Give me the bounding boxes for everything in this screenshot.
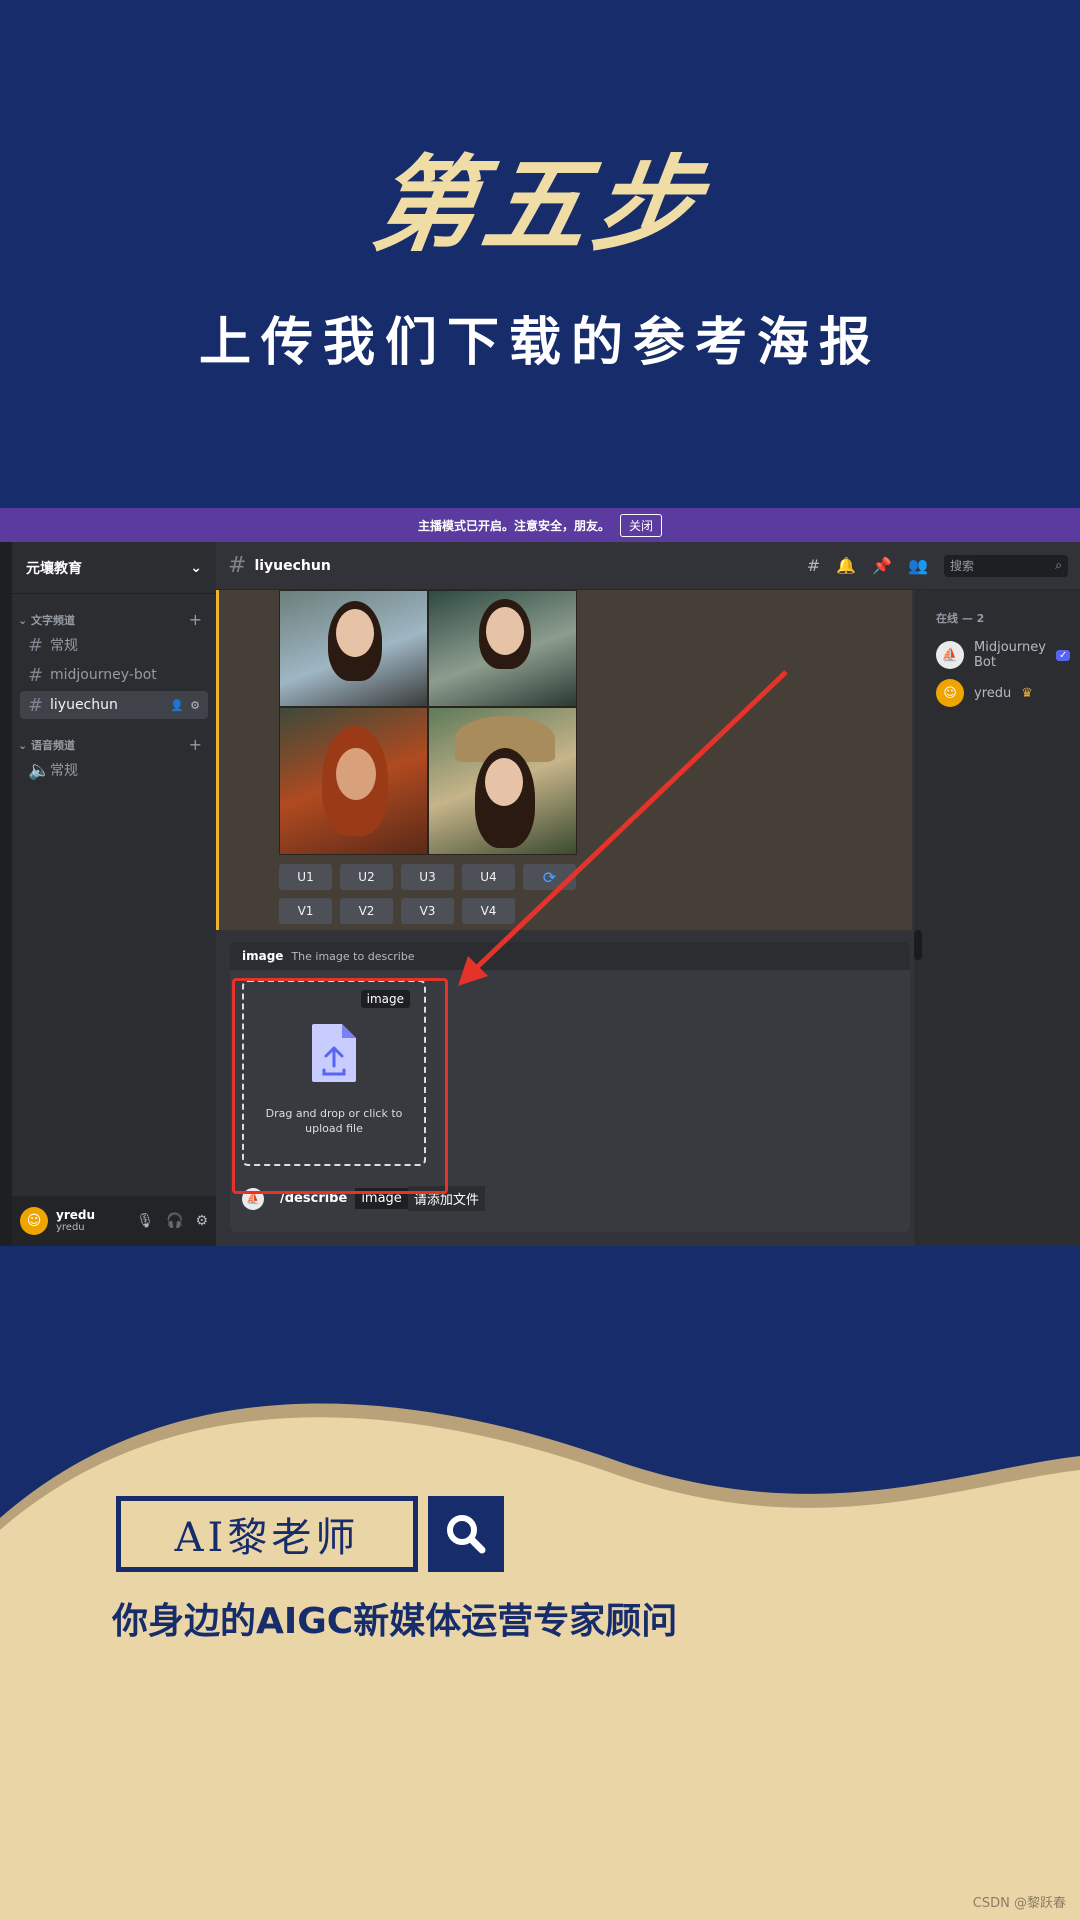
v2-button[interactable]: V2 (340, 898, 393, 924)
image-grid[interactable] (279, 590, 577, 855)
verified-icon: ✓ (1055, 649, 1071, 661)
channel-label: liyuechun (50, 697, 118, 713)
channel-title: liyuechun (254, 557, 331, 574)
notice-close-button[interactable]: 关闭 (620, 513, 663, 537)
search-input[interactable]: 搜索 ⌕ (944, 554, 1068, 577)
v1-button[interactable]: V1 (279, 898, 332, 924)
sidebar-item-liyuechun[interactable]: # liyuechun 👤 ⚙ (20, 691, 208, 719)
v3-button[interactable]: V3 (401, 898, 454, 924)
sidebar-item-general[interactable]: # 常规 (20, 631, 208, 659)
hash-icon: # (228, 553, 247, 578)
member-list: 在线 — 2 ⛵ Midjourney Bot ✓ ☺ yredu ♛ (922, 590, 1080, 1246)
add-channel-icon[interactable]: + (189, 735, 202, 754)
grid-image-4[interactable] (428, 707, 577, 855)
cream-wave (0, 1403, 1080, 1920)
server-rail (0, 542, 12, 1246)
chevron-small-icon: ⌄ (18, 613, 32, 627)
u4-button[interactable]: U4 (462, 864, 515, 890)
user-tag: yredu (56, 1222, 85, 1233)
member-name: Midjourney Bot (974, 640, 1046, 670)
invite-icon[interactable]: 👤 (170, 699, 184, 712)
crown-icon: ♛ (1021, 685, 1033, 701)
grid-image-2[interactable] (428, 590, 577, 707)
add-channel-icon[interactable]: + (189, 610, 202, 629)
variation-row: V1 V2 V3 V4 (279, 898, 515, 924)
channel-sidebar: 元壤教育 ⌄ ⌄ 文字频道 + # 常规 # midjourney-bot # … (12, 542, 216, 1246)
channel-label: midjourney-bot (50, 667, 157, 683)
chevron-small-icon: ⌄ (18, 738, 32, 752)
server-header[interactable]: 元壤教育 ⌄ (12, 542, 216, 594)
member-item[interactable]: ☺ yredu ♛ (936, 674, 1066, 712)
headphones-icon[interactable]: 🎧 (166, 1213, 183, 1229)
notice-text: 主播模式已开启。注意安全，朋友。 (417, 518, 610, 533)
chevron-down-icon[interactable]: ⌄ (190, 560, 202, 576)
option-header: image The image to describe (230, 942, 910, 970)
microphone-icon[interactable]: 🎙 (136, 1213, 154, 1229)
server-name: 元壤教育 (26, 560, 82, 577)
search-icon (428, 1496, 504, 1572)
scrollbar[interactable] (914, 590, 922, 1246)
avatar: ☺ (936, 679, 964, 707)
search-icon: ⌕ (1055, 558, 1062, 572)
grid-image-1[interactable] (279, 590, 428, 707)
scroll-thumb[interactable] (914, 930, 922, 960)
tagline: 你身边的AIGC新媒体运营专家顾问 (112, 1601, 678, 1642)
avatar[interactable]: ☺ (20, 1207, 48, 1235)
option-description: The image to describe (291, 949, 415, 963)
streamer-mode-notice: 主播模式已开启。注意安全，朋友。 关闭 (0, 508, 1080, 542)
channel-header: # liyuechun # 🔔 📌 👥 搜索 ⌕ (216, 542, 1080, 590)
hash-icon: # (28, 664, 44, 686)
option-name: image (242, 949, 284, 963)
brand-name-box: AI黎老师 (116, 1496, 418, 1572)
user-panel: ☺ yredu yredu 🎙 🎧 ⚙ (12, 1196, 216, 1246)
sidebar-item-midjourney-bot[interactable]: # midjourney-bot (20, 661, 208, 689)
bell-icon[interactable]: 🔔 (836, 556, 856, 575)
u1-button[interactable]: U1 (279, 864, 332, 890)
member-item[interactable]: ⛵ Midjourney Bot ✓ (936, 636, 1071, 674)
speaker-icon: 🔈 (28, 759, 51, 781)
v4-button[interactable]: V4 (462, 898, 515, 924)
gear-icon[interactable]: ⚙ (195, 1213, 208, 1229)
watermark-credit: CSDN @黎跃春 (972, 1896, 1066, 1911)
category-voice-channels[interactable]: ⌄ 语音频道 + (12, 735, 216, 754)
category-label: 文字频道 (31, 613, 76, 627)
u2-button[interactable]: U2 (340, 864, 393, 890)
page-title: 第五步 (365, 143, 713, 266)
members-icon[interactable]: 👥 (908, 556, 928, 575)
hash-icon: # (28, 694, 44, 716)
user-name: yredu (56, 1208, 96, 1222)
member-name: yredu (974, 685, 1012, 701)
discord-screenshot: 主播模式已开启。注意安全，朋友。 关闭 元壤教育 ⌄ ⌄ 文字频道 + # 常规… (0, 508, 1080, 1246)
page-subtitle: 上传我们下载的参考海报 (198, 313, 881, 373)
gear-icon[interactable]: ⚙ (190, 699, 200, 712)
refresh-icon[interactable]: ⟳ (523, 864, 576, 890)
pin-icon[interactable]: 📌 (872, 556, 892, 575)
category-label: 语音频道 (31, 738, 76, 752)
u3-button[interactable]: U3 (401, 864, 454, 890)
highlight-box (232, 978, 448, 1194)
member-category: 在线 — 2 (936, 612, 985, 625)
upscale-row: U1 U2 U3 U4 ⟳ (279, 864, 576, 890)
hash-icon: # (28, 634, 44, 656)
sidebar-item-voice-general[interactable]: 🔈 常规 (20, 756, 208, 784)
bot-avatar: ⛵ (936, 641, 964, 669)
channel-label: 常规 (50, 638, 78, 654)
category-text-channels[interactable]: ⌄ 文字频道 + (12, 610, 216, 629)
search-placeholder: 搜索 (950, 559, 975, 573)
message-area: U1 U2 U3 U4 ⟳ V1 V2 V3 V4 (216, 590, 912, 930)
channel-label: 常规 (50, 763, 78, 779)
threads-icon[interactable]: # (807, 556, 820, 575)
grid-image-3[interactable] (279, 707, 428, 855)
